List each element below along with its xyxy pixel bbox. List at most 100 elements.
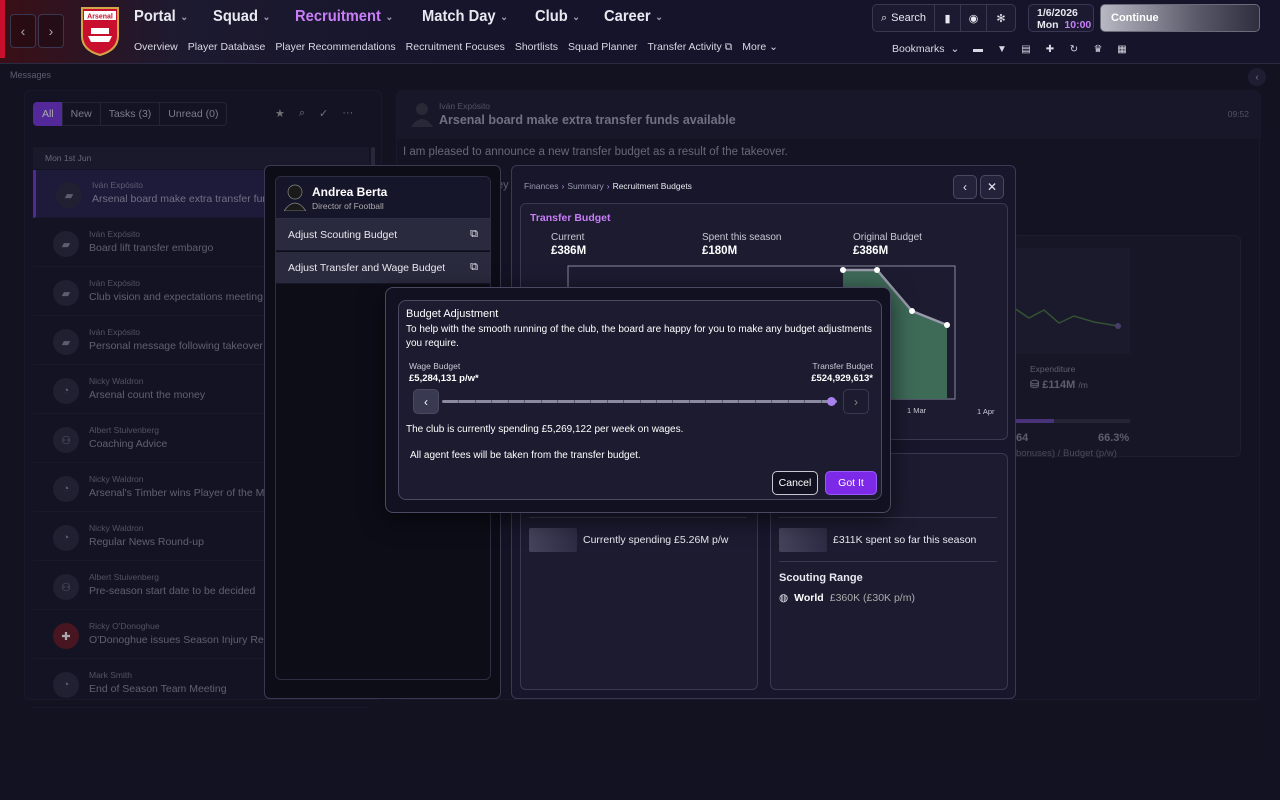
slider-tick [524,400,525,403]
slider-tick [491,400,492,403]
subnav-overview[interactable]: Overview [134,41,178,54]
sub-nav: Overview Player Database Player Recommen… [134,41,778,54]
slider-tick [590,400,591,403]
subnav-transfer-activity[interactable]: Transfer Activity ⧉ [648,41,733,54]
crumb-finances[interactable]: Finances [524,181,559,191]
bookmark-icon[interactable]: ▮ [935,5,961,31]
slider-tick [771,400,772,403]
slider-tick [541,400,542,403]
slider-tick [508,400,509,403]
svg-text:Arsenal: Arsenal [87,14,113,21]
club-crest-logo[interactable]: Arsenal [78,6,122,56]
budget-adjustment-dialog: Budget Adjustment To help with the smoot… [385,287,891,513]
wage-spending-note: The club is currently spending £5,269,12… [406,424,684,435]
budget-adjustment-body: Budget Adjustment To help with the smoot… [398,300,882,500]
main-nav: Portal ⌄ Squad ⌄ Recruitment ⌄ Match Day ⌄ C… [134,8,668,26]
director-avatar [284,184,306,211]
game-date[interactable]: 1/6/2026 Mon 10:00 [1028,4,1094,32]
slider-tick [722,400,723,403]
chart-point [944,322,950,328]
got-it-button[interactable]: Got It [825,471,877,495]
subnav-shortlists[interactable]: Shortlists [515,41,558,54]
slider-decrease-button[interactable]: ‹ [413,389,439,414]
director-role: Director of Football [312,201,384,211]
slider-tick [623,400,624,403]
slider-tick [705,400,706,403]
budget-slider-track[interactable] [442,400,837,403]
subnav-squad-planner[interactable]: Squad Planner [568,41,637,54]
wage-sparkline [529,528,577,552]
chevron-down-icon: ⌄ [769,41,778,53]
slider-tick [656,400,657,403]
transfer-budget-value: £524,929,613* [811,373,873,384]
continue-button[interactable]: Continue [1100,4,1260,32]
slider-tick [738,400,739,403]
chat-icon[interactable]: ▬ [970,41,986,57]
slider-tick [672,400,673,403]
dialog-description: To help with the smooth running of the c… [406,324,872,349]
gear-icon[interactable]: ✻ [987,5,1015,31]
chart-point [840,267,846,273]
slider-tick [689,400,690,403]
slider-tick [821,400,822,403]
chevron-down-icon: ⌄ [950,43,960,55]
slider-tick [788,400,789,403]
globe-icon[interactable]: ◉ [961,5,987,31]
slider-tick [804,400,805,403]
divider [779,517,997,518]
slider-tick [755,400,756,403]
chevron-right-icon: › [606,181,610,191]
stat-current: Current £386M [551,232,587,257]
club-color-tab [0,0,5,58]
nav-match-day[interactable]: Match Day ⌄ [422,8,508,26]
medical-icon[interactable]: ✚ [1042,41,1058,57]
transfer-budget-title: Transfer Budget [530,212,611,224]
x-tick-1-mar: 1 Mar [907,406,927,415]
director-header: Andrea Berta Director of Football [276,177,490,219]
nav-recruitment[interactable]: Recruitment ⌄ [295,8,393,26]
clipboard-icon[interactable]: ▤ [1018,41,1034,57]
search-toolbar: ⌕ Search ▮ ◉ ✻ [872,4,1016,32]
nav-career[interactable]: Career ⌄ [604,8,663,26]
trophy-icon[interactable]: ♛ [1090,41,1106,57]
slider-tick [574,400,575,403]
nav-squad[interactable]: Squad ⌄ [213,8,270,26]
search-icon: ⌕ [880,11,888,24]
transfer-budget-label: Transfer Budget [812,361,873,371]
x-tick-1-apr: 1 Apr [977,407,995,416]
slider-tick [557,400,558,403]
wage-spending-text: Currently spending £5.26M p/w [583,534,729,546]
budget-slider-thumb[interactable] [826,397,836,406]
search-button[interactable]: ⌕ Search [873,5,935,31]
slider-increase-button[interactable]: › [843,389,869,414]
adjust-transfer-wage-budget-option[interactable]: Adjust Transfer and Wage Budget ⧉ [276,252,490,284]
adjust-scouting-budget-option[interactable]: Adjust Scouting Budget ⧉ [276,219,490,251]
scouting-range-title: Scouting Range [779,572,863,584]
stat-spent: Spent this season £180M [702,232,782,257]
subnav-player-recommendations[interactable]: Player Recommendations [275,41,395,54]
subnav-more[interactable]: More ⌄ [742,41,778,54]
forward-arrow-icon[interactable]: › [38,14,64,48]
cancel-button[interactable]: Cancel [772,471,818,495]
bookmarks-dropdown[interactable]: Bookmarks ⌄ [892,43,959,55]
nav-club[interactable]: Club ⌄ [535,8,580,26]
calendar-icon[interactable]: ▦ [1114,41,1130,57]
subnav-recruitment-focuses[interactable]: Recruitment Focuses [406,41,505,54]
refresh-icon[interactable]: ↻ [1066,41,1082,57]
shirt-icon[interactable]: ▼ [994,41,1010,57]
crumb-summary[interactable]: Summary [567,181,603,191]
back-arrow-icon[interactable]: ‹ [10,14,36,48]
slider-tick [475,400,476,403]
director-name: Andrea Berta [312,185,388,199]
external-link-icon: ⧉ [470,228,478,240]
wage-budget-value: £5,284,131 p/w* [409,373,479,384]
crumb-recruitment-budgets: Recruitment Budgets [612,181,692,191]
external-link-icon: ⧉ [724,41,733,53]
close-icon[interactable]: ✕ [980,175,1004,199]
dialog-title: Budget Adjustment [406,308,499,320]
scouting-sparkline [779,528,827,552]
back-button[interactable]: ‹ [953,175,977,199]
chart-point [909,308,915,314]
nav-portal[interactable]: Portal ⌄ [134,8,188,26]
subnav-player-database[interactable]: Player Database [188,41,266,54]
